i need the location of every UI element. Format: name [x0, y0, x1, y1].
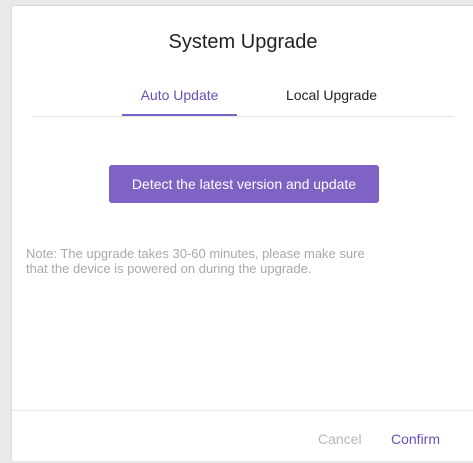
tab-auto-update[interactable]: Auto Update [122, 78, 237, 116]
confirm-button[interactable]: Confirm [391, 431, 440, 447]
system-upgrade-dialog: System Upgrade Auto Update Local Upgrade… [11, 5, 473, 461]
upgrade-note-line-1: Note: The upgrade takes 30-60 minutes, p… [26, 246, 365, 261]
dialog-footer: Cancel Confirm [12, 410, 473, 463]
tab-local-upgrade[interactable]: Local Upgrade [274, 78, 389, 116]
cancel-button[interactable]: Cancel [318, 431, 362, 447]
upgrade-note-line-2: that the device is powered on during the… [26, 261, 312, 276]
dialog-title: System Upgrade [168, 31, 318, 53]
detect-update-button[interactable]: Detect the latest version and update [109, 165, 379, 203]
tab-bar: Auto Update Local Upgrade [32, 78, 454, 117]
upgrade-note: Note: The upgrade takes 30-60 minutes, p… [26, 246, 456, 276]
